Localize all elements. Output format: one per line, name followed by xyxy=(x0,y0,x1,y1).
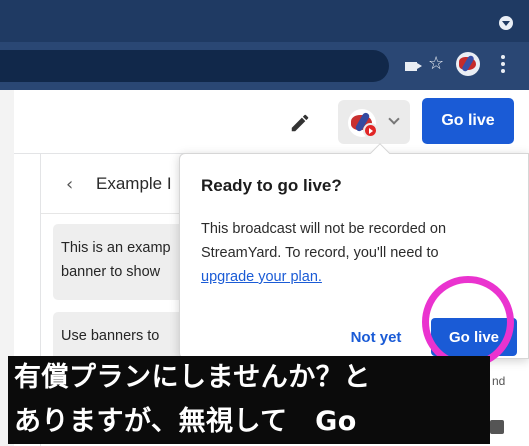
chevron-down-icon xyxy=(388,113,400,125)
tab-dropdown-icon[interactable] xyxy=(499,16,513,30)
popover-message-line: StreamYard. To record, you'll need to xyxy=(201,245,439,261)
highlight-circle xyxy=(422,276,514,368)
back-icon[interactable]: ‹ xyxy=(66,174,73,195)
partial-icon xyxy=(490,420,504,434)
not-yet-button[interactable]: Not yet xyxy=(324,320,428,354)
browser-title-bar xyxy=(0,0,529,42)
camera-icon[interactable] xyxy=(405,62,422,71)
popover-message-line: This broadcast will not be recorded on xyxy=(201,221,447,237)
pencil-icon[interactable] xyxy=(289,112,311,134)
subtitle-line: 有償プランにしませんか？と xyxy=(8,356,490,400)
star-icon[interactable]: ☆ xyxy=(428,55,444,73)
panel-title: Example I xyxy=(96,174,172,193)
address-bar[interactable] xyxy=(0,50,389,82)
upgrade-plan-link[interactable]: upgrade your plan. xyxy=(201,269,322,285)
partial-text: nd xyxy=(492,374,506,388)
destination-selector[interactable] xyxy=(338,100,410,144)
subtitle-line: ありますが、無視して Go xyxy=(8,400,490,444)
profile-avatar[interactable] xyxy=(456,52,480,76)
popover-title: Ready to go live? xyxy=(201,176,342,195)
kebab-menu-icon[interactable] xyxy=(501,55,505,73)
youtube-badge-icon xyxy=(363,123,378,138)
header-go-live-button[interactable]: Go live xyxy=(422,98,514,144)
